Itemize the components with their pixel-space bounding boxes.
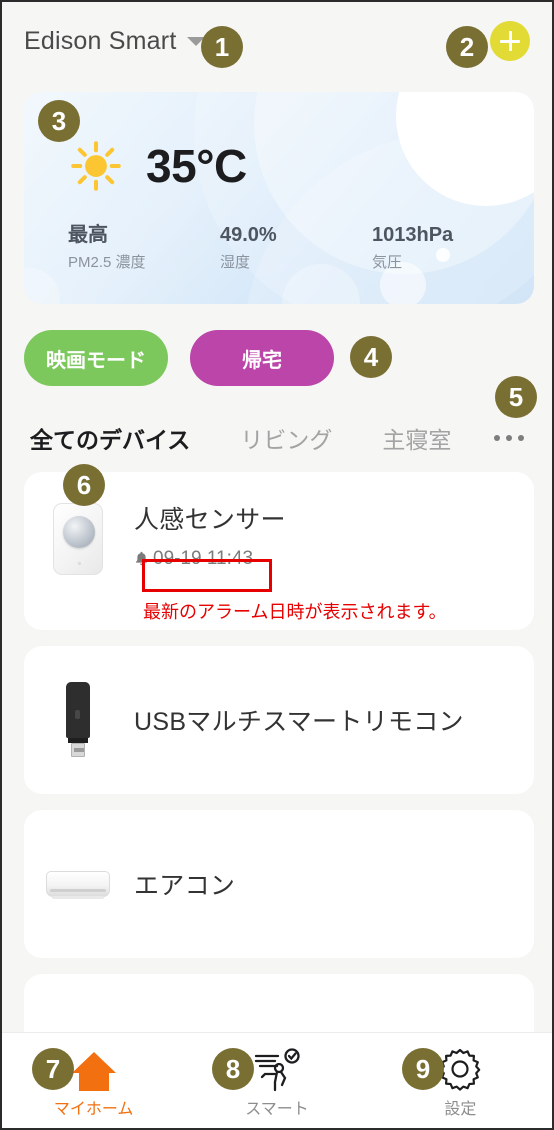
scene-button-movie[interactable]: 映画モード [24, 330, 168, 386]
nav-label: マイホーム [53, 1100, 134, 1118]
annotation-badge-3: 3 [38, 100, 80, 142]
device-card-usb-remote[interactable]: USBマルチスマートリモコン [24, 646, 534, 794]
usb-dongle-icon [46, 681, 110, 759]
annotation-badge-2: 2 [446, 26, 488, 68]
annotation-badge-7: 7 [32, 1048, 74, 1090]
metric-value: 1013hPa [372, 224, 454, 246]
scene-button-home[interactable]: 帰宅 [190, 330, 334, 386]
scene-buttons: 映画モード 帰宅 [24, 330, 334, 386]
device-name: USBマルチスマートリモコン [134, 708, 464, 736]
device-info: USBマルチスマートリモコン [134, 702, 464, 738]
bottom-navigation: マイホーム スマート 設定 [2, 1032, 552, 1128]
temperature-value: 35°C [146, 140, 247, 192]
home-selector[interactable]: Edison Smart [24, 26, 206, 56]
device-alarm-status: 09-19 11:43 [134, 548, 253, 570]
sun-icon [71, 141, 121, 191]
annotation-badge-8: 8 [212, 1048, 254, 1090]
device-card-air-conditioner[interactable]: エアコン [24, 810, 534, 958]
smart-automation-icon [251, 1043, 303, 1093]
app-screen: Edison Smart 35°C 最高 PM2.5 濃度 49.0% 湿度 1… [0, 0, 554, 1130]
metric-label: 気圧 [372, 254, 403, 271]
annotation-badge-1: 1 [201, 26, 243, 68]
air-conditioner-icon [46, 845, 110, 923]
nav-item-settings[interactable]: 設定 [369, 1033, 552, 1128]
nav-item-my-home[interactable]: マイホーム [2, 1033, 185, 1128]
weather-metric: 49.0% 湿度 [220, 222, 372, 272]
annotation-badge-9: 9 [402, 1048, 444, 1090]
device-info: 人感センサー 09-19 11:43 [134, 500, 286, 572]
metric-value: 49.0% [220, 224, 277, 246]
nav-label: スマート [245, 1100, 309, 1118]
tab-living-room[interactable]: リビング [240, 421, 332, 455]
tab-master-bedroom[interactable]: 主寝室 [382, 421, 451, 455]
metric-label: 湿度 [220, 254, 251, 271]
bell-icon [135, 551, 148, 566]
metric-label: PM2.5 濃度 [68, 254, 146, 271]
device-info: エアコン [134, 866, 235, 902]
annotation-note: 最新のアラーム日時が表示されます。 [143, 602, 447, 622]
annotation-badge-6: 6 [63, 464, 105, 506]
temperature-row: 35°C [68, 138, 247, 194]
nav-label: 設定 [444, 1100, 477, 1118]
weather-metric: 最高 PM2.5 濃度 [68, 222, 220, 272]
home-icon [69, 1043, 119, 1093]
decor-circle-small-4 [24, 268, 60, 304]
alarm-timestamp: 09-19 11:43 [153, 548, 254, 569]
device-list: 人感センサー 09-19 11:43 USBマルチスマートリモコン エアコン [24, 472, 534, 1110]
nav-item-smart[interactable]: スマート [185, 1033, 368, 1128]
weather-metrics: 最高 PM2.5 濃度 49.0% 湿度 1013hPa 気圧 [68, 222, 498, 272]
add-device-button[interactable] [490, 21, 530, 61]
device-name: エアコン [134, 872, 236, 900]
weather-card[interactable]: 35°C 最高 PM2.5 濃度 49.0% 湿度 1013hPa 気圧 [24, 92, 534, 304]
ellipsis-icon[interactable] [494, 435, 524, 441]
annotation-badge-4: 4 [350, 336, 392, 378]
home-name-label: Edison Smart [24, 26, 177, 55]
weather-metric: 1013hPa 気圧 [372, 222, 453, 272]
tab-all-devices[interactable]: 全てのデバイス [30, 421, 190, 455]
metric-value: 最高 [68, 224, 108, 246]
annotation-badge-5: 5 [495, 376, 537, 418]
room-tabs: 全てのデバイス リビング 主寝室 [2, 414, 552, 462]
device-name: 人感センサー [134, 506, 286, 534]
motion-sensor-icon [46, 500, 110, 578]
